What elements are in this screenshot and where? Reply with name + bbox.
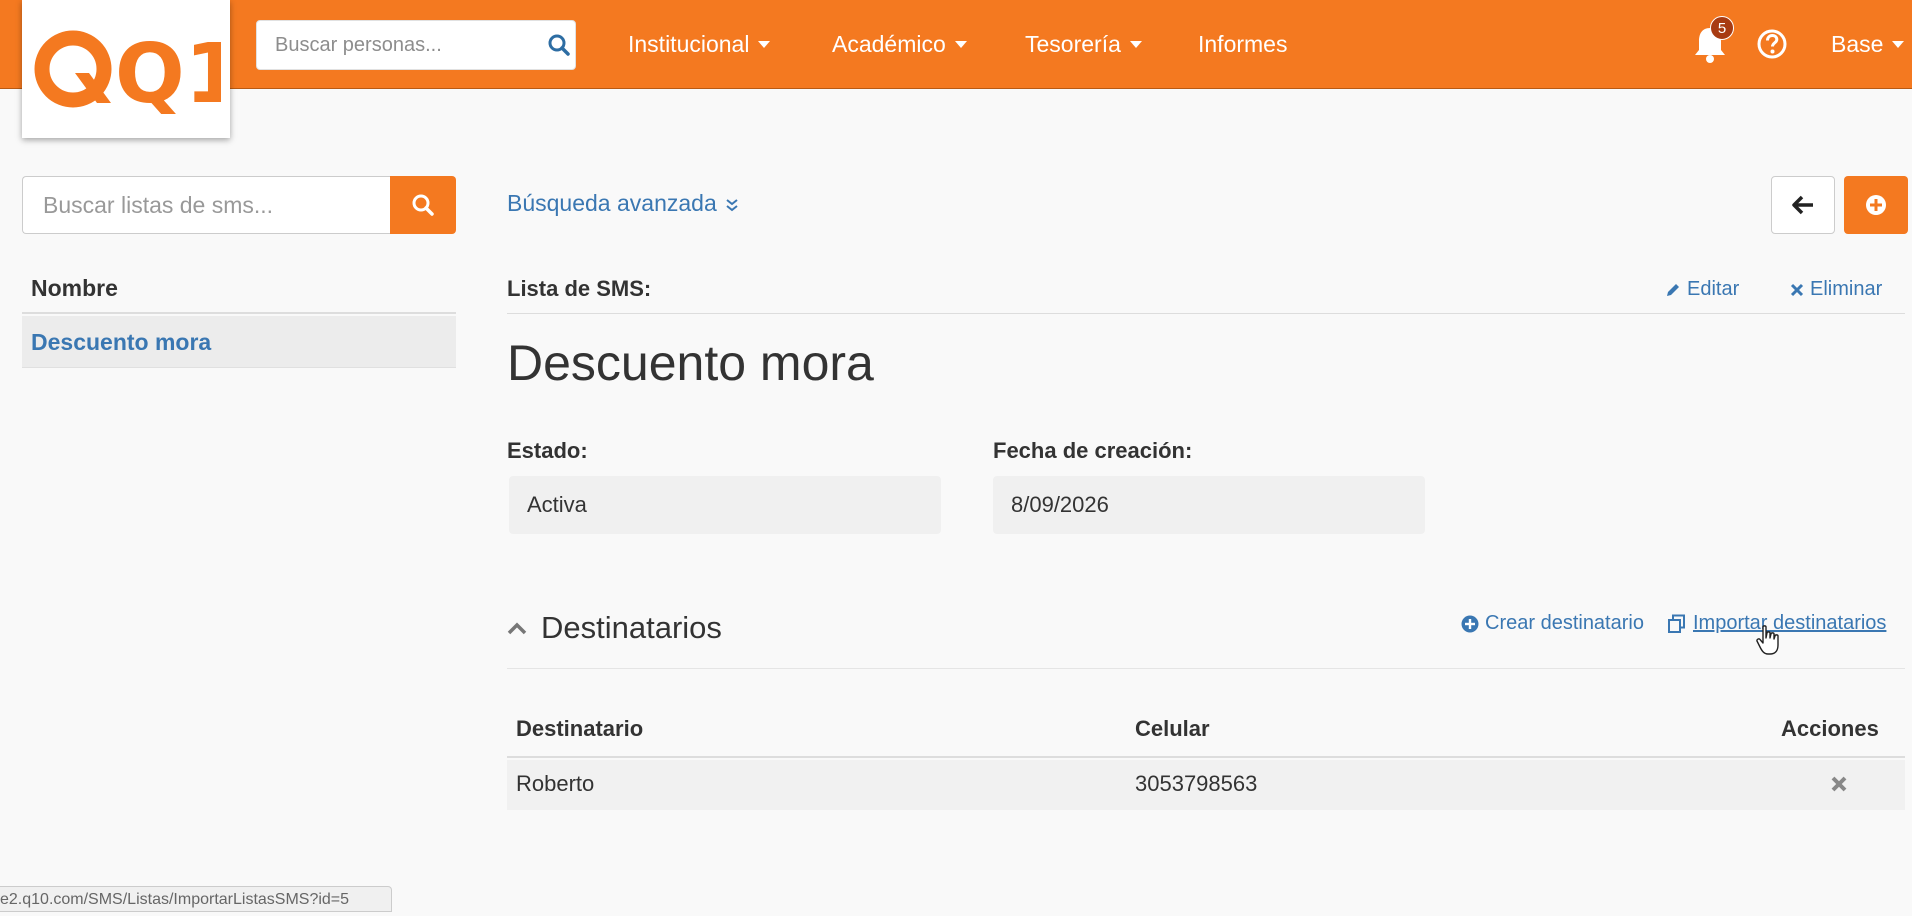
chevron-down-icon bbox=[1129, 40, 1142, 48]
notification-badge: 5 bbox=[1710, 16, 1734, 40]
estado-label: Estado: bbox=[507, 438, 588, 463]
list-search-input[interactable] bbox=[23, 190, 390, 220]
close-icon bbox=[1790, 283, 1804, 296]
chevron-down-icon bbox=[1892, 40, 1905, 48]
create-recipient-link[interactable]: Crear destinatario bbox=[1461, 612, 1644, 635]
list-search-field bbox=[22, 176, 390, 234]
nav-academico[interactable]: Académico bbox=[832, 0, 967, 88]
nav-institucional[interactable]: Institucional bbox=[628, 0, 771, 88]
column-header-celular: Celular bbox=[1135, 716, 1210, 741]
nav-tesoreria[interactable]: Tesorería bbox=[1025, 0, 1142, 88]
remove-recipient-icon[interactable] bbox=[1829, 774, 1849, 794]
back-button[interactable] bbox=[1771, 176, 1835, 234]
q10-logo-mark: Q10 bbox=[34, 27, 221, 119]
help-icon[interactable] bbox=[1756, 28, 1788, 60]
estado-value: Activa bbox=[509, 476, 941, 534]
list-search-button[interactable] bbox=[390, 176, 456, 234]
user-menu[interactable]: Base bbox=[1831, 0, 1905, 88]
nav-informes-label: Informes bbox=[1198, 30, 1288, 57]
plus-circle-icon bbox=[1461, 615, 1479, 632]
plus-circle-icon bbox=[1866, 195, 1886, 215]
table-header-divider bbox=[507, 756, 1905, 758]
advanced-search-toggle[interactable]: Búsqueda avanzada bbox=[507, 190, 739, 217]
divider bbox=[507, 668, 1905, 669]
delete-label: Eliminar bbox=[1810, 278, 1883, 300]
recipients-heading: Destinatarios bbox=[541, 610, 722, 645]
list-column-header[interactable]: Nombre bbox=[22, 268, 456, 314]
recipients-section-toggle[interactable]: Destinatarios bbox=[507, 610, 722, 646]
user-menu-label: Base bbox=[1831, 30, 1884, 57]
section-label: Lista de SMS: bbox=[507, 276, 652, 301]
column-header-destinatario: Destinatario bbox=[516, 716, 644, 741]
nav-academico-label: Académico bbox=[832, 30, 946, 57]
edit-label: Editar bbox=[1687, 278, 1740, 300]
list-item[interactable]: Descuento mora bbox=[22, 316, 456, 368]
nav-institucional-label: Institucional bbox=[628, 30, 750, 57]
cell-celular: 3053798563 bbox=[1135, 771, 1258, 796]
list-search bbox=[22, 176, 456, 234]
people-search bbox=[256, 20, 576, 70]
delete-link[interactable]: Eliminar bbox=[1790, 278, 1882, 301]
fecha-value: 8/09/2026 bbox=[993, 476, 1425, 534]
pencil-icon bbox=[1667, 283, 1679, 296]
advanced-search-label: Búsqueda avanzada bbox=[507, 190, 717, 216]
search-icon[interactable] bbox=[542, 34, 575, 56]
nav-informes[interactable]: Informes bbox=[1198, 0, 1287, 88]
chevron-up-icon bbox=[507, 622, 527, 635]
divider bbox=[507, 313, 1905, 314]
chevron-down-icon bbox=[954, 40, 967, 48]
double-chevron-down-icon bbox=[726, 199, 738, 212]
cell-destinatario: Roberto bbox=[516, 771, 595, 796]
arrow-left-icon bbox=[1792, 195, 1813, 215]
logo-text: Q10 bbox=[115, 27, 221, 119]
import-recipients-label: Importar destinatarios bbox=[1693, 612, 1887, 634]
search-icon bbox=[412, 194, 434, 216]
copy-icon bbox=[1668, 614, 1685, 633]
chevron-down-icon bbox=[758, 40, 771, 48]
create-recipient-label: Crear destinatario bbox=[1485, 612, 1644, 634]
top-navbar: Institucional Académico Tesorería Inform… bbox=[0, 0, 1912, 89]
hand-pointer-cursor-icon bbox=[1756, 625, 1779, 655]
column-header-acciones: Acciones bbox=[1781, 716, 1879, 741]
browser-status-url: e2.q10.com/SMS/Listas/ImportarListasSMS?… bbox=[0, 886, 392, 912]
fecha-label: Fecha de creación: bbox=[993, 438, 1193, 463]
nav-tesoreria-label: Tesorería bbox=[1025, 30, 1121, 57]
people-search-input[interactable] bbox=[257, 20, 542, 70]
add-button[interactable] bbox=[1844, 176, 1908, 234]
edit-link[interactable]: Editar bbox=[1665, 278, 1739, 301]
page-title: Descuento mora bbox=[507, 335, 874, 391]
q10-logo[interactable]: Q10 bbox=[22, 0, 230, 138]
